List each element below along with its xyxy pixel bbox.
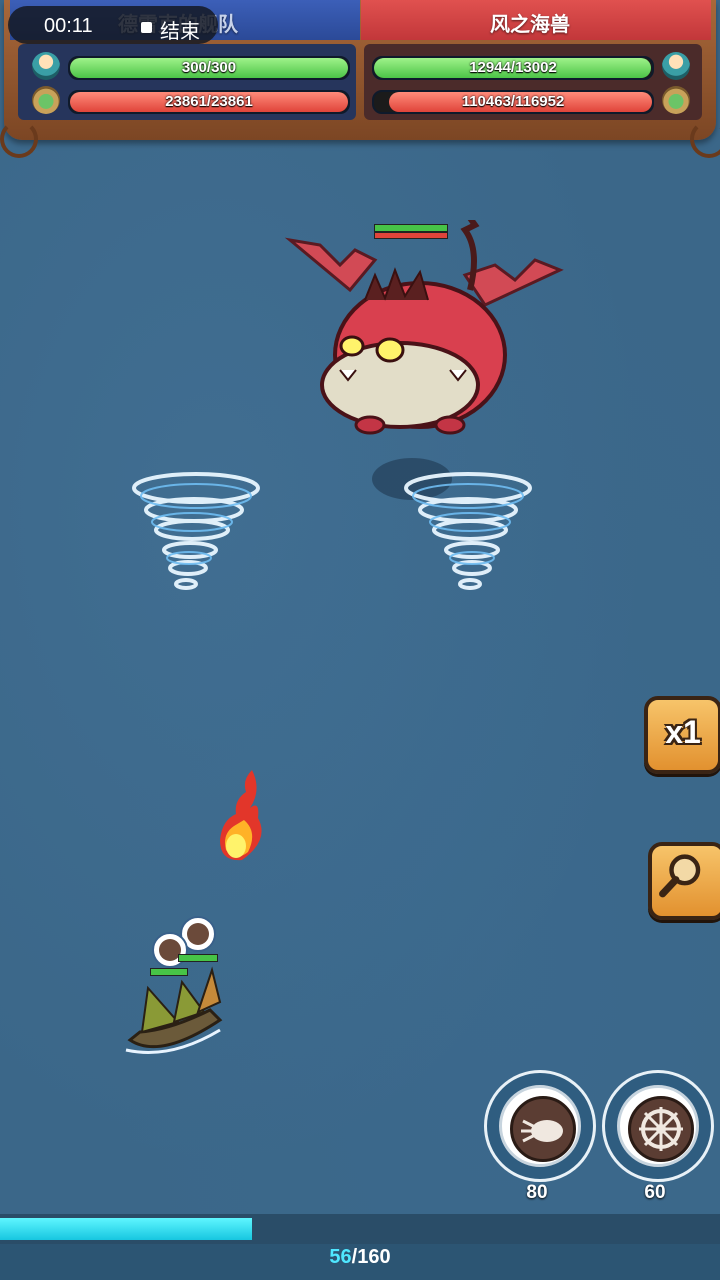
energy-max: /160 <box>351 1246 391 1268</box>
screen-recorder-pill[interactable]: 00:11 结束 <box>8 6 218 44</box>
cannon-skill-button[interactable] <box>484 1070 596 1182</box>
ship-wheel-icon <box>187 923 209 945</box>
ship-wheel-skill-button[interactable] <box>602 1070 714 1182</box>
crew-icon <box>662 52 690 80</box>
zoom-button[interactable] <box>648 842 720 920</box>
enemy-ship-hp-bar: 110463/116952 <box>372 90 654 114</box>
player-crew-hp-text: 300/300 <box>181 59 237 76</box>
cannon-shot-icon <box>521 1119 563 1143</box>
player-ship-hp-bar: 23861/23861 <box>68 90 350 114</box>
speed-label: x1 <box>665 714 701 750</box>
enemy-ship-hp-text: 110463/116952 <box>461 93 565 110</box>
recording-timer: 00:11 <box>44 15 93 37</box>
ship-icon <box>32 86 60 114</box>
enemy-crew-hp-bar: 12944/13002 <box>372 56 654 80</box>
cannon-skill-cost: 80 <box>526 1182 548 1203</box>
energy-counter: 56/160 <box>0 1246 720 1269</box>
hud-corner-ornament <box>690 120 720 158</box>
speed-toggle-button[interactable]: x1 <box>644 696 720 774</box>
stop-icon[interactable] <box>141 22 152 33</box>
ship-wheel-icon <box>639 1107 683 1151</box>
ship-wheel-skill-cost: 60 <box>644 1182 666 1203</box>
enemy-crew-hp-text: 12944/13002 <box>469 59 557 76</box>
energy-bar-fill <box>0 1218 252 1240</box>
tornado-effect <box>404 472 532 590</box>
player-crew-hp-bar: 300/300 <box>68 56 350 80</box>
enemy-team-name: 风之海兽 <box>490 14 570 36</box>
hud-corner-ornament <box>0 120 38 158</box>
magnifier-icon <box>659 854 701 898</box>
fireball-projectile <box>220 770 262 861</box>
crew-icon <box>32 52 60 80</box>
energy-current: 56 <box>329 1246 352 1268</box>
ship-icon <box>662 86 690 114</box>
sea-background <box>0 0 720 1280</box>
end-recording-button[interactable]: 结束 <box>160 15 200 44</box>
tornado-effect <box>132 472 260 590</box>
player-ship-hp-text: 23861/23861 <box>165 93 253 110</box>
wind-sea-beast-monster[interactable] <box>280 220 570 450</box>
player-ship[interactable] <box>120 960 230 1060</box>
